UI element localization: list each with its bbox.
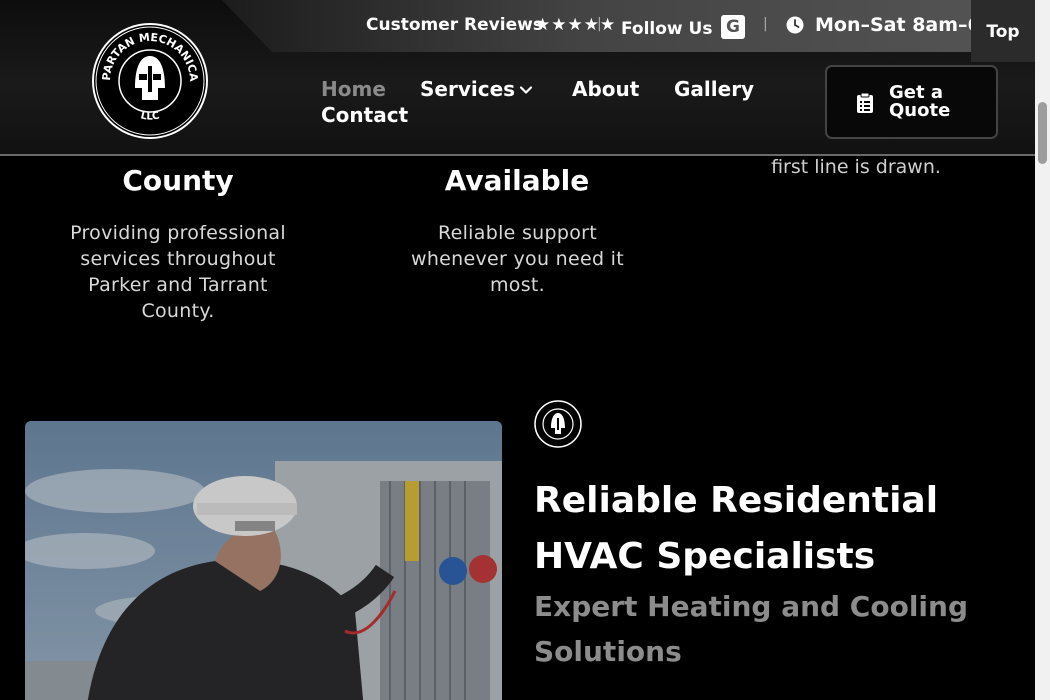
feature-title-available: Available <box>444 164 590 197</box>
svg-text:LLC: LLC <box>139 110 160 122</box>
small-logo <box>534 400 582 448</box>
nav-contact[interactable]: Contact <box>321 103 408 127</box>
get-a-quote-button[interactable]: Get a Quote <box>825 65 998 139</box>
feature-title-county: County <box>122 164 234 197</box>
nav-home[interactable]: Home <box>321 77 386 101</box>
customer-reviews-link[interactable]: Customer Reviews <box>366 15 543 35</box>
feature-desc-county: Providing professional services througho… <box>70 222 286 322</box>
chevron-down-icon[interactable] <box>518 82 534 98</box>
scrollbar-thumb[interactable] <box>1038 102 1047 164</box>
logo-text-bottom: LLC <box>139 110 160 122</box>
follow-us-label: Follow Us <box>621 19 713 39</box>
back-to-top-button[interactable]: Top <box>971 0 1035 62</box>
rating-stars: ★★★★★ <box>535 15 617 35</box>
technician-image <box>25 421 502 700</box>
site-header: SPARTAN MECHANICAL LLC Customer Reviews … <box>0 0 1035 156</box>
separator: | <box>763 16 768 32</box>
google-icon[interactable]: G <box>721 15 745 39</box>
clipboard-icon <box>857 93 873 113</box>
feature-desc-available: Reliable support whenever you need it mo… <box>411 222 624 296</box>
feature-desc-third: first line is drawn. <box>771 156 941 178</box>
spartan-logo[interactable]: SPARTAN MECHANICAL LLC <box>87 12 209 140</box>
page: County Providing professional services t… <box>0 0 1035 700</box>
get-a-quote-label: Get a Quote <box>889 82 951 121</box>
separator: | <box>597 16 602 32</box>
page-scrollbar[interactable] <box>1035 0 1050 700</box>
nav-services[interactable]: Services <box>420 77 515 101</box>
main-heading: Reliable Residential HVAC Specialists <box>534 480 939 577</box>
nav-about[interactable]: About <box>572 77 639 101</box>
sub-heading: Expert Heating and Cooling Solutions <box>534 590 968 668</box>
technician-photo <box>25 421 502 700</box>
nav-gallery[interactable]: Gallery <box>674 77 754 101</box>
clock-icon <box>786 16 804 34</box>
